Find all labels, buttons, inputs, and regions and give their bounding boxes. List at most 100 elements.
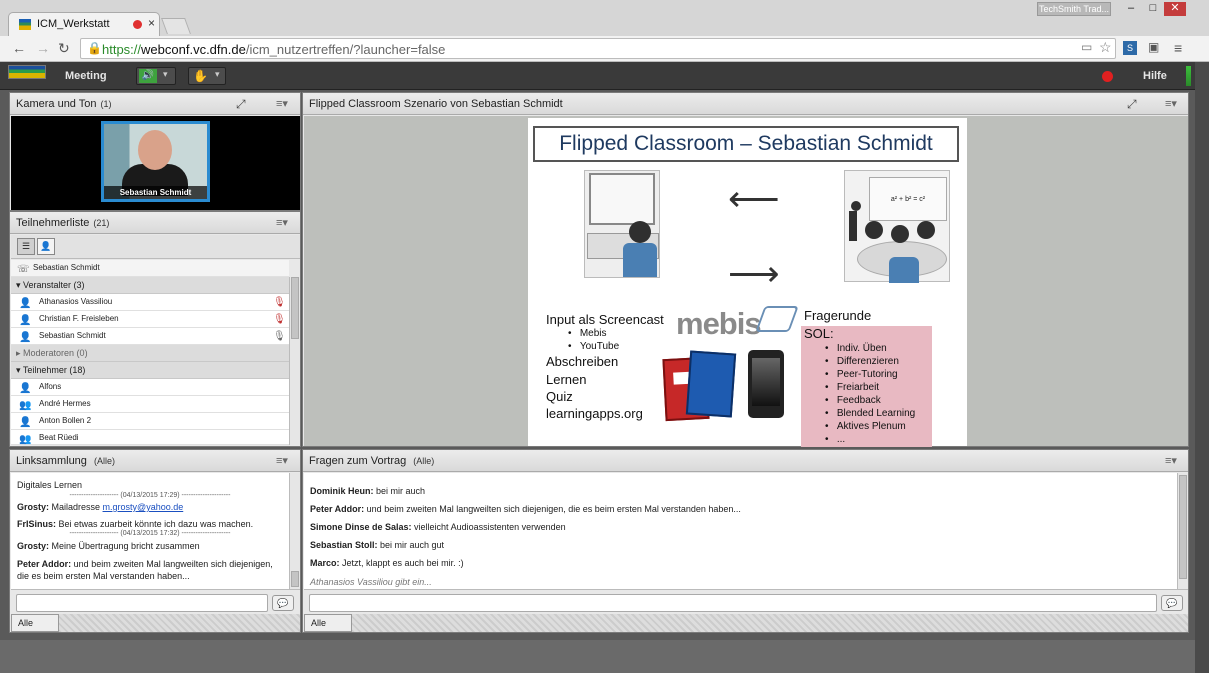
chat-tab-strip — [59, 614, 300, 632]
webcam-button[interactable]: ✋ ▾ — [188, 67, 226, 85]
pod-menu-icon[interactable]: ≡▾ — [276, 216, 288, 229]
classroom-illustration: a² + b² = c² — [844, 170, 950, 283]
adobe-connect-favicon-icon — [19, 19, 31, 30]
chat-tab-all[interactable]: Alle — [304, 614, 352, 632]
user-icon: 👥 — [19, 434, 32, 445]
email-link[interactable]: m.grosty@yahoo.de — [103, 502, 184, 512]
chevron-down-icon: ▾ — [215, 69, 220, 79]
send-chat-icon[interactable]: 💬 — [1161, 595, 1183, 611]
scrollbar-thumb[interactable] — [291, 571, 299, 587]
muted-mic-icon: 🎙 — [273, 314, 286, 325]
left-bullet: • Mebis — [568, 328, 607, 339]
pod-menu-icon[interactable]: ≡▾ — [276, 97, 288, 110]
forward-icon[interactable]: → — [36, 40, 50, 56]
browser-tab[interactable]: ICM_Werkstatt × — [8, 12, 160, 36]
chrome-menu-icon[interactable]: ≡ — [1174, 40, 1182, 56]
chat-message: Simone Dinse de Salas: vielleicht Audioa… — [310, 522, 566, 532]
attendee-row[interactable]: 👤 Anton Bollen 2 — [11, 413, 289, 430]
presentation-pod: Flipped Classroom Szenario von Sebastian… — [302, 92, 1189, 447]
record-icon[interactable] — [1102, 71, 1113, 82]
sol-label: SOL: — [804, 326, 834, 341]
screen-icon[interactable]: ▭ — [1081, 40, 1092, 54]
attendee-row[interactable]: 👤 Sebastian Schmidt 🎙 — [11, 328, 289, 345]
bookmark-star-icon[interactable]: ☆ — [1099, 39, 1112, 56]
slide-stage: Flipped Classroom – Sebastian Schmidt ⟵ … — [304, 116, 1188, 447]
video-tile[interactable]: Sebastian Schmidt — [101, 121, 210, 202]
expand-icon[interactable]: ⤢ — [236, 97, 246, 112]
cast-icon[interactable]: ▣ — [1148, 40, 1159, 54]
right-heading: Fragerunde — [804, 308, 872, 323]
pod-title: Kamera und Ton (1) — [16, 98, 112, 110]
expand-icon[interactable]: ⤢ — [1127, 97, 1137, 112]
group-row-hosts[interactable]: ▾ Veranstalter (3) — [11, 277, 289, 294]
attendee-row[interactable]: 👥 Beat Rüedi — [11, 430, 289, 445]
window-shape — [589, 173, 655, 225]
smartphone-icon — [748, 350, 784, 418]
pod-menu-icon[interactable]: ≡▾ — [276, 454, 288, 467]
group-row-participants[interactable]: ▾ Teilnehmer (18) — [11, 362, 289, 379]
status-view-icon[interactable]: 👤 — [37, 238, 55, 255]
left-line: Quiz — [546, 389, 573, 404]
user-icon: 👤 — [19, 298, 32, 309]
phone-screen — [752, 358, 780, 406]
extension-icon[interactable]: S — [1123, 41, 1137, 55]
questions-chat-log: Dominik Heun: bei mir auch Peter Addor: … — [304, 473, 1188, 590]
sol-bullet: • Peer-Tutoring — [825, 369, 898, 380]
chat-message: Peter Addor: und beim zweiten Mal langwe… — [17, 559, 273, 581]
attendee-row[interactable]: 👤 Christian F. Freisleben 🎙 — [11, 311, 289, 328]
address-bar[interactable]: 🔒 https://webconf.vc.dfn.de/icm_nutzertr… — [80, 38, 1116, 59]
link-chat-input[interactable] — [16, 594, 268, 612]
presenter-row[interactable]: ☏ Sebastian Schmidt — [11, 260, 289, 277]
audio-speaker-icon: 🔊 — [139, 69, 157, 83]
questions-scrollbar[interactable] — [1177, 473, 1188, 589]
chat-message: Grosty: Meine Übertragung bricht zusamme… — [17, 541, 200, 551]
minimize-icon[interactable]: ‒ — [1120, 2, 1142, 16]
pod-menu-icon[interactable]: ≡▾ — [1165, 454, 1177, 467]
questions-chat-input[interactable] — [309, 594, 1157, 612]
meeting-menu[interactable]: Meeting — [65, 70, 107, 82]
user-icon: 👤 — [19, 417, 32, 428]
user-icon: 👥 — [19, 400, 32, 411]
pod-header: Kamera und Ton (1) ⤢ ≡▾ — [10, 93, 300, 115]
send-chat-icon[interactable]: 💬 — [272, 595, 294, 611]
sol-bullet: • Feedback — [825, 395, 881, 406]
left-heading: Input als Screencast — [546, 312, 664, 327]
pod-menu-icon[interactable]: ≡▾ — [1165, 97, 1177, 110]
back-icon[interactable]: ← — [12, 40, 26, 56]
link-collection-pod: Linksammlung (Alle) ≡▾ Digitales Lernen … — [9, 449, 301, 633]
typing-indicator: Athanasios Vassiliou gibt ein... — [310, 577, 432, 587]
group-row-moderators[interactable]: ▸ Moderatoren (0) — [11, 345, 289, 362]
scrollbar-thumb[interactable] — [1179, 475, 1187, 579]
help-menu[interactable]: Hilfe — [1143, 70, 1167, 82]
attendee-scrollbar[interactable] — [289, 277, 300, 445]
chat-separator: --------------------- (04/13/2015 17:29)… — [69, 492, 231, 499]
maximize-icon[interactable]: □ — [1142, 2, 1164, 16]
recording-indicator-icon — [133, 20, 142, 29]
chat-tab-strip — [352, 614, 1188, 632]
audio-button[interactable]: 🔊 ▾ — [136, 67, 176, 85]
pod-header: Fragen zum Vortrag (Alle) ≡▾ — [303, 450, 1188, 472]
tab-close-icon[interactable]: × — [148, 16, 155, 30]
sol-bullet: • Blended Learning — [825, 408, 916, 419]
reload-icon[interactable]: ↻ — [58, 40, 70, 57]
attendee-row[interactable]: 👥 André Hermes — [11, 396, 289, 413]
attendee-row[interactable]: 👤 Athanasios Vassiliou 🎙 — [11, 294, 289, 311]
sol-bullet: • Indiv. Üben — [825, 343, 887, 354]
list-view-icon[interactable]: ☰ — [17, 238, 35, 255]
user-icon: 👤 — [19, 383, 32, 394]
chat-tab-all[interactable]: Alle — [11, 614, 59, 632]
pod-header: Linksammlung (Alle) ≡▾ — [10, 450, 300, 472]
tab-title: ICM_Werkstatt — [37, 18, 110, 30]
student-head — [865, 221, 883, 239]
attendee-row[interactable]: 👤 Alfons — [11, 379, 289, 396]
window-close-icon[interactable]: ✕ — [1164, 2, 1186, 16]
new-tab-button[interactable] — [161, 18, 191, 34]
pod-title: Fragen zum Vortrag (Alle) — [309, 455, 435, 467]
webcam-icon: ✋ — [193, 69, 208, 83]
sol-bullet: • ... — [825, 434, 846, 445]
link-scrollbar[interactable] — [289, 473, 300, 589]
slide-title: Flipped Classroom – Sebastian Schmidt — [533, 126, 959, 162]
sol-bullet: • Differenzieren — [825, 356, 899, 367]
scrollbar-thumb[interactable] — [291, 277, 299, 339]
pod-header: Flipped Classroom Szenario von Sebastian… — [303, 93, 1188, 115]
